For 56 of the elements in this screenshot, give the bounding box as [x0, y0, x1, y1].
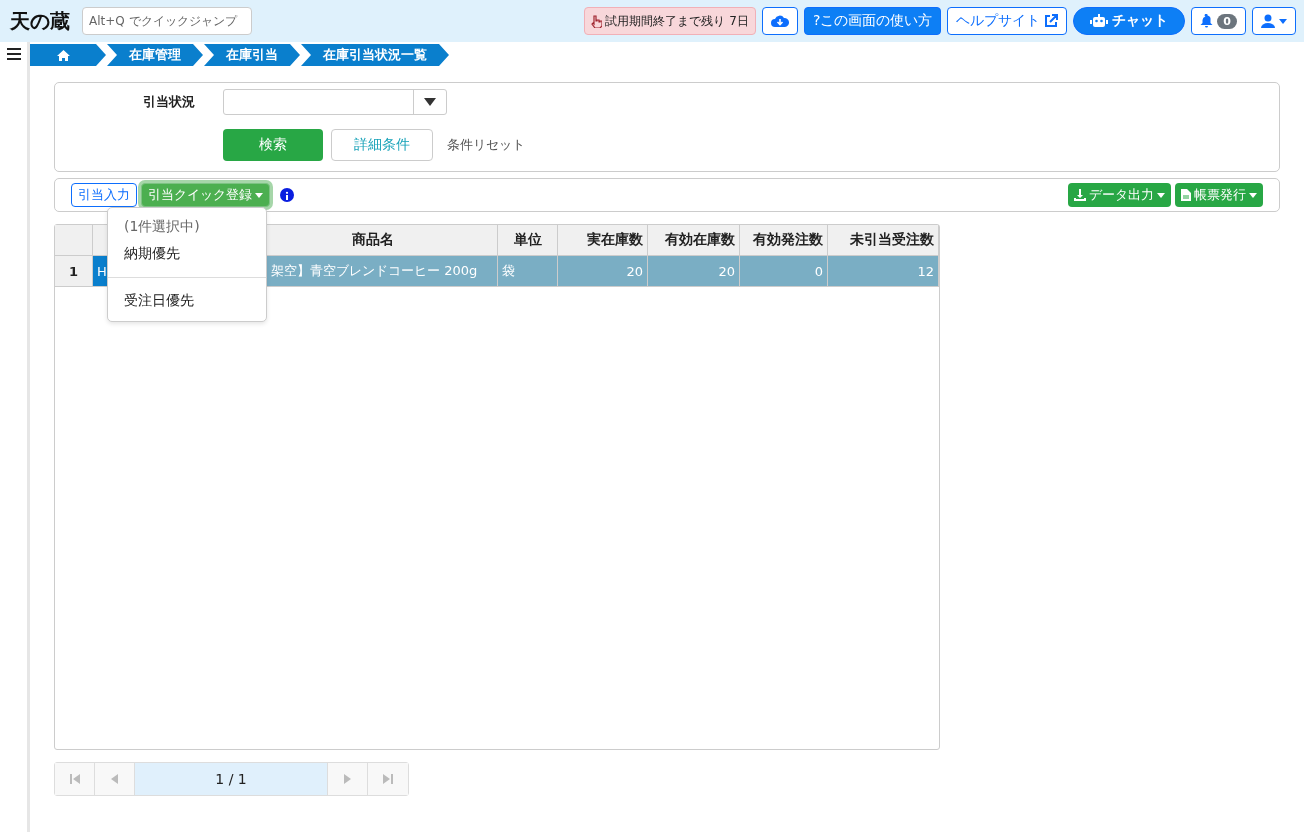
quick-register-button[interactable]: 引当クイック登録	[141, 183, 270, 207]
detail-conditions-button[interactable]: 詳細条件	[331, 129, 433, 161]
column-header: 実在庫数	[558, 225, 648, 256]
table-cell: 20	[558, 256, 648, 287]
filter-label: 引当状況	[142, 93, 196, 111]
report-issue-button[interactable]: 帳票発行	[1175, 183, 1263, 207]
notification-count: 0	[1217, 13, 1237, 29]
notification-button[interactable]: 0	[1191, 7, 1246, 35]
quick-jump-field[interactable]: Alt+Q でクイックジャンプ	[82, 7, 252, 35]
table-cell: 袋	[498, 256, 558, 287]
column-header: 有効発注数	[740, 225, 828, 256]
allocation-input-button[interactable]: 引当入力	[71, 183, 137, 207]
user-menu-button[interactable]	[1252, 7, 1296, 35]
right-triangle-icon	[344, 774, 351, 784]
search-button[interactable]: 検索	[223, 129, 323, 161]
download-button[interactable]	[761, 7, 798, 35]
caret-icon	[1157, 192, 1165, 198]
table-cell: 20	[648, 256, 740, 287]
caret-icon	[1279, 18, 1287, 24]
last-page-icon	[383, 774, 393, 784]
home-breadcrumb[interactable]	[30, 44, 106, 66]
column-header: 単位	[498, 225, 558, 256]
menu-icon[interactable]	[6, 48, 21, 60]
first-page-icon	[69, 774, 80, 784]
breadcrumb-item[interactable]: 在庫引当	[204, 44, 300, 66]
usage-button[interactable]: ?この画面の使い方	[803, 7, 942, 35]
column-header: 有効在庫数	[648, 225, 740, 256]
dropdown-arrow-icon	[424, 98, 436, 106]
hand-pointer-icon	[591, 14, 603, 28]
breadcrumb-item[interactable]: 在庫引当状況一覧	[301, 44, 449, 66]
chat-button[interactable]: チャット	[1073, 7, 1186, 35]
user-icon	[1261, 14, 1275, 28]
data-export-button[interactable]: データ出力	[1068, 183, 1171, 207]
reset-link[interactable]: 条件リセット	[441, 133, 531, 157]
breadcrumb-item[interactable]: 在庫管理	[107, 44, 203, 66]
table-cell: 12	[828, 256, 939, 287]
external-link-icon	[1044, 14, 1059, 28]
row-number: 1	[55, 256, 93, 287]
cloud-download-icon	[770, 14, 789, 28]
help-site-button[interactable]: ヘルプサイト	[947, 7, 1068, 35]
menu-item[interactable]: 受注日優先	[108, 287, 266, 315]
robot-icon	[1090, 14, 1109, 28]
home-icon	[56, 49, 70, 61]
bell-icon	[1200, 14, 1214, 28]
table-cell: 0	[740, 256, 828, 287]
column-header: 未引当受注数	[828, 225, 939, 256]
logo: 天の蔵	[9, 8, 71, 35]
menu-header: (1件選択中)	[123, 217, 201, 236]
document-icon	[1181, 189, 1191, 201]
trial-text: 試用期間終了まで残り 7日	[605, 12, 749, 30]
caret-icon	[1249, 192, 1257, 198]
download-icon	[1074, 189, 1086, 201]
info-icon[interactable]	[280, 188, 294, 202]
caret-icon	[255, 192, 263, 198]
left-triangle-icon	[111, 774, 118, 784]
page-indicator: 1 / 1	[135, 763, 328, 795]
